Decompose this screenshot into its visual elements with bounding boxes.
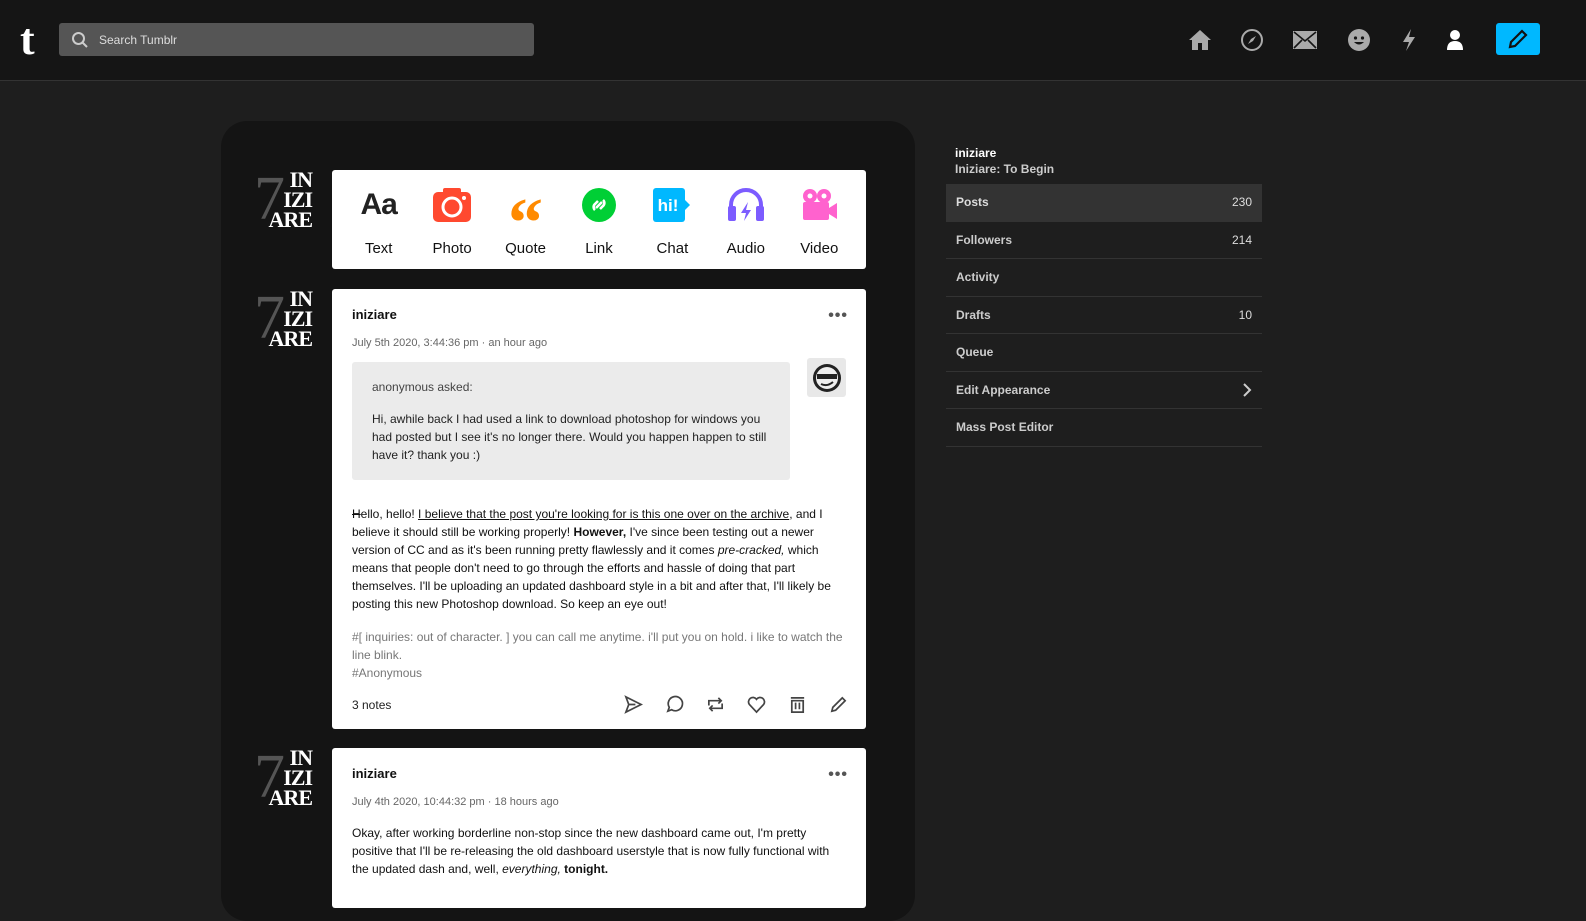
- messaging-icon[interactable]: [1344, 26, 1374, 54]
- post-username[interactable]: iniziare: [352, 766, 846, 781]
- compose-button[interactable]: [1496, 23, 1540, 55]
- tag[interactable]: #[ inquiries: out of character. ] you ca…: [352, 628, 846, 664]
- more-options-icon[interactable]: •••: [828, 307, 848, 325]
- chat-icon: hi!: [653, 186, 691, 224]
- sidebar-item-drafts[interactable]: Drafts 10: [946, 297, 1262, 334]
- post-card: iniziare ••• July 5th 2020, 3:44:36 pm ·…: [332, 289, 866, 729]
- explore-icon[interactable]: [1237, 26, 1267, 54]
- search-placeholder: Search Tumblr: [99, 32, 178, 47]
- camera-icon: [433, 186, 472, 224]
- post-body: Okay, after working borderline non-stop …: [352, 826, 830, 876]
- search-icon: [72, 31, 88, 48]
- link-icon: [581, 186, 616, 224]
- activity-icon[interactable]: [1394, 26, 1424, 54]
- post-type-audio[interactable]: Audio: [711, 186, 781, 269]
- blog-name[interactable]: iniziare: [946, 146, 1262, 160]
- post-type-photo[interactable]: Photo: [417, 186, 487, 269]
- top-nav: t Search Tumblr: [0, 0, 1586, 81]
- share-icon[interactable]: [624, 695, 643, 714]
- post-type-bar: Aa Text Photo “Quote Link hi! Chat Audio V…: [332, 170, 866, 269]
- sidebar-item-posts[interactable]: Posts 230: [946, 184, 1262, 222]
- post-type-quote[interactable]: “Quote: [491, 186, 561, 269]
- blog-avatar[interactable]: 7 IN IZI ARE: [252, 168, 313, 232]
- sidebar-item-edit-appearance[interactable]: Edit Appearance: [946, 372, 1262, 409]
- text-icon: Aa: [360, 188, 398, 221]
- account-icon[interactable]: [1440, 26, 1470, 54]
- post-type-text[interactable]: Aa Text: [344, 186, 414, 269]
- post-type-video[interactable]: Video: [784, 186, 854, 269]
- post-username[interactable]: iniziare: [352, 307, 846, 322]
- chevron-right-icon: [1243, 383, 1252, 397]
- home-icon[interactable]: [1185, 26, 1215, 54]
- ask-sender: anonymous asked:: [372, 380, 473, 394]
- sidebar-item-followers[interactable]: Followers 214: [946, 222, 1262, 259]
- blog-title: Iniziare: To Begin: [955, 162, 1055, 176]
- post-avatar[interactable]: 7 IN IZI ARE: [252, 746, 313, 810]
- edit-icon[interactable]: [829, 695, 848, 714]
- headphones-icon: [727, 186, 765, 224]
- sidebar-item-queue[interactable]: Queue: [946, 334, 1262, 372]
- post-date[interactable]: July 5th 2020, 3:44:36 pm · an hour ago: [352, 337, 846, 349]
- blog-sidebar: iniziare Iniziare: To Begin Posts 230 Fol…: [946, 146, 1262, 447]
- sidebar-item-activity[interactable]: Activity: [946, 259, 1262, 297]
- sidebar-item-mass-post-editor[interactable]: Mass Post Editor: [946, 409, 1262, 447]
- notes-count[interactable]: 3 notes: [352, 698, 391, 712]
- reply-icon[interactable]: [665, 695, 684, 714]
- pencil-icon: [1508, 29, 1528, 49]
- post-type-chat[interactable]: hi! Chat: [637, 186, 707, 269]
- anonymous-avatar: [807, 358, 846, 397]
- ask-text: Hi, awhile back I had used a link to dow…: [372, 412, 767, 462]
- search-input[interactable]: Search Tumblr: [59, 23, 534, 56]
- delete-icon[interactable]: [788, 695, 807, 714]
- tumblr-logo[interactable]: t: [20, 18, 35, 62]
- post-avatar[interactable]: 7 IN IZI ARE: [252, 287, 313, 351]
- post-card: iniziare ••• July 4th 2020, 10:44:32 pm …: [332, 748, 866, 908]
- post-date[interactable]: July 4th 2020, 10:44:32 pm · 18 hours ag…: [352, 796, 846, 808]
- inbox-icon[interactable]: [1290, 26, 1320, 54]
- tag[interactable]: #Anonymous: [352, 664, 846, 682]
- post-body: Hello, hello! I believe that the post yo…: [352, 507, 831, 611]
- svg-text:hi!: hi!: [658, 196, 679, 215]
- more-options-icon[interactable]: •••: [828, 766, 848, 784]
- ask-box: anonymous asked: Hi, awhile back I had u…: [352, 362, 790, 480]
- video-camera-icon: [800, 186, 838, 224]
- post-tags: #[ inquiries: out of character. ] you ca…: [352, 628, 846, 682]
- archive-link[interactable]: I believe that the post you're looking f…: [418, 507, 789, 521]
- quote-icon: “: [508, 185, 544, 262]
- like-icon[interactable]: [747, 695, 766, 714]
- post-type-link[interactable]: Link: [564, 186, 634, 269]
- reblog-icon[interactable]: [706, 695, 725, 714]
